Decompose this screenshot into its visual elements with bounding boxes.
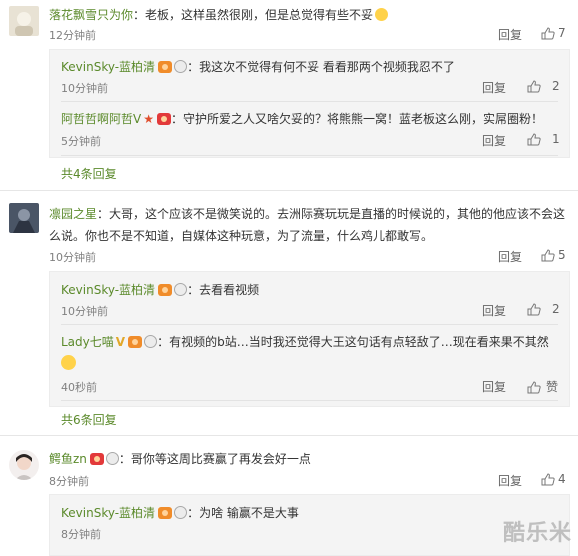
username[interactable]: 落花飘雪只为你	[49, 8, 133, 22]
comment-text: 大哥，这个应该不是微笑说的。去洲际赛玩玩是直播的时候说的，其他的他应该不会这	[109, 207, 566, 221]
colon: ：	[133, 8, 146, 22]
colon: ：	[187, 60, 200, 74]
comment-text: 老板，这样虽然很刚，但是总觉得有些不妥	[145, 8, 374, 22]
like-count: 2	[552, 302, 560, 316]
comment-text-continued: 么说。你也不是不知道，自媒体这种玩意，为了流量，什么鸡儿都敢写。	[49, 229, 434, 243]
thumb-up-icon	[527, 381, 541, 394]
avatar[interactable]	[9, 203, 39, 233]
divider	[61, 155, 558, 156]
like-count: 4	[558, 472, 566, 486]
watermark: 酷乐米	[502, 521, 572, 546]
reply-text: 去看看视频	[199, 283, 260, 297]
like-count: 赞	[546, 380, 559, 394]
level-badge-icon	[156, 113, 171, 125]
divider	[61, 324, 558, 325]
reply-line: KevinSky-蓝柏清 ：我这次不觉得有何不妥 看看那两个视频我忍不了	[61, 58, 455, 75]
reply-text: 我这次不觉得有何不妥 看看那两个视频我忍不了	[199, 60, 455, 74]
medal-icon	[174, 60, 188, 73]
timestamp: 8分钟前	[61, 528, 101, 541]
username[interactable]: KevinSky-蓝柏清	[61, 283, 155, 297]
reply-button[interactable]: 回复	[498, 26, 522, 43]
level-badge-icon	[128, 336, 143, 348]
timestamp: 12分钟前	[49, 29, 96, 42]
like-button[interactable]: 5	[541, 248, 566, 262]
emoji-icon	[375, 8, 389, 21]
more-replies-link[interactable]: 共6条回复	[61, 411, 117, 428]
timestamp: 10分钟前	[49, 251, 96, 264]
username[interactable]: KevinSky-蓝柏清	[61, 60, 155, 74]
medal-icon	[144, 335, 158, 348]
medal-icon	[174, 283, 188, 296]
reply-button[interactable]: 回复	[482, 132, 506, 149]
thumb-up-icon	[527, 80, 541, 93]
reply-text: 为啥 输赢不是大事	[199, 506, 299, 520]
thumb-up-icon	[541, 249, 555, 262]
star-icon: ★	[143, 112, 154, 126]
like-button[interactable]: 2	[527, 302, 560, 316]
thumb-up-icon	[541, 27, 555, 40]
reply-line: Lady七喵 V ：有视频的b站…当时我还觉得大王这句话有点轻敌了…现在看来果不其然	[61, 333, 549, 350]
timestamp: 40秒前	[61, 381, 97, 394]
comment-divider	[0, 190, 578, 191]
reply-button[interactable]: 回复	[498, 472, 522, 489]
avatar-image	[9, 203, 39, 233]
more-replies-link[interactable]: 共4条回复	[61, 165, 117, 182]
reply-line: KevinSky-蓝柏清 ：去看看视频	[61, 281, 259, 298]
like-button[interactable]: 7	[541, 26, 566, 40]
like-button[interactable]: 1	[527, 132, 560, 146]
timestamp: 5分钟前	[61, 135, 101, 148]
comment-line: 鳄鱼zn ：哥你等这周比赛赢了再发会好一点	[49, 450, 311, 467]
reply-line: KevinSky-蓝柏清 ：为啥 输赢不是大事	[61, 504, 299, 521]
username[interactable]: 阿哲哲啊阿哲V	[61, 112, 141, 126]
comment-line: 落花飘雪只为你：老板，这样虽然很刚，但是总觉得有些不妥	[49, 6, 389, 23]
reply-button[interactable]: 回复	[482, 79, 506, 96]
reply-text: 守护所爱之人又啥欠妥的？将熊熊一窝！蓝老板这么刚，实屌圈粉！	[183, 112, 544, 126]
comment-divider	[0, 435, 578, 436]
colon: ：	[118, 452, 131, 466]
username[interactable]: KevinSky-蓝柏清	[61, 506, 155, 520]
level-badge-icon	[158, 507, 173, 519]
username[interactable]: 凛园之星	[49, 207, 97, 221]
avatar[interactable]	[9, 6, 39, 36]
like-count: 1	[552, 132, 560, 146]
avatar[interactable]	[9, 450, 39, 480]
reply-line: 阿哲哲啊阿哲V ★ ：守护所爱之人又啥欠妥的？将熊熊一窝！蓝老板这么刚，实屌圈粉！	[61, 110, 543, 127]
like-button[interactable]: 2	[527, 79, 560, 93]
level-badge-icon	[89, 453, 104, 465]
comment-line: 凛园之星：大哥，这个应该不是微笑说的。去洲际赛玩玩是直播的时候说的，其他的他应该…	[49, 205, 565, 222]
colon: ：	[97, 207, 110, 221]
like-button[interactable]: 4	[541, 472, 566, 486]
timestamp: 10分钟前	[61, 82, 108, 95]
username[interactable]: Lady七喵	[61, 335, 114, 349]
reply-button[interactable]: 回复	[482, 378, 506, 395]
timestamp: 8分钟前	[49, 475, 89, 488]
medal-icon	[174, 506, 188, 519]
colon: ：	[157, 335, 170, 349]
divider	[61, 101, 558, 102]
colon: ：	[187, 506, 200, 520]
medal-icon	[105, 452, 119, 465]
divider	[61, 400, 558, 401]
thumb-up-icon	[541, 473, 555, 486]
level-badge-icon	[158, 284, 173, 296]
reply-button[interactable]: 回复	[498, 248, 522, 265]
like-count: 5	[558, 248, 566, 262]
colon: ：	[187, 283, 200, 297]
thumb-up-icon	[527, 303, 541, 316]
like-count: 7	[558, 26, 566, 40]
thumb-up-icon	[527, 133, 541, 146]
comment-text: 哥你等这周比赛赢了再发会好一点	[130, 452, 311, 466]
like-button[interactable]: 赞	[527, 378, 558, 395]
username[interactable]: 鳄鱼zn	[49, 452, 87, 466]
timestamp: 10分钟前	[61, 305, 108, 318]
colon: ：	[170, 112, 183, 126]
reply-button[interactable]: 回复	[482, 302, 506, 319]
like-count: 2	[552, 79, 560, 93]
avatar-image	[9, 6, 39, 36]
reply-text: 有视频的b站…当时我还觉得大王这句话有点轻敌了…现在看来果不其然	[169, 335, 549, 349]
emoji-icon	[61, 355, 76, 371]
vip-icon: V	[115, 335, 126, 349]
level-badge-icon	[158, 61, 173, 73]
avatar-image	[9, 450, 39, 480]
